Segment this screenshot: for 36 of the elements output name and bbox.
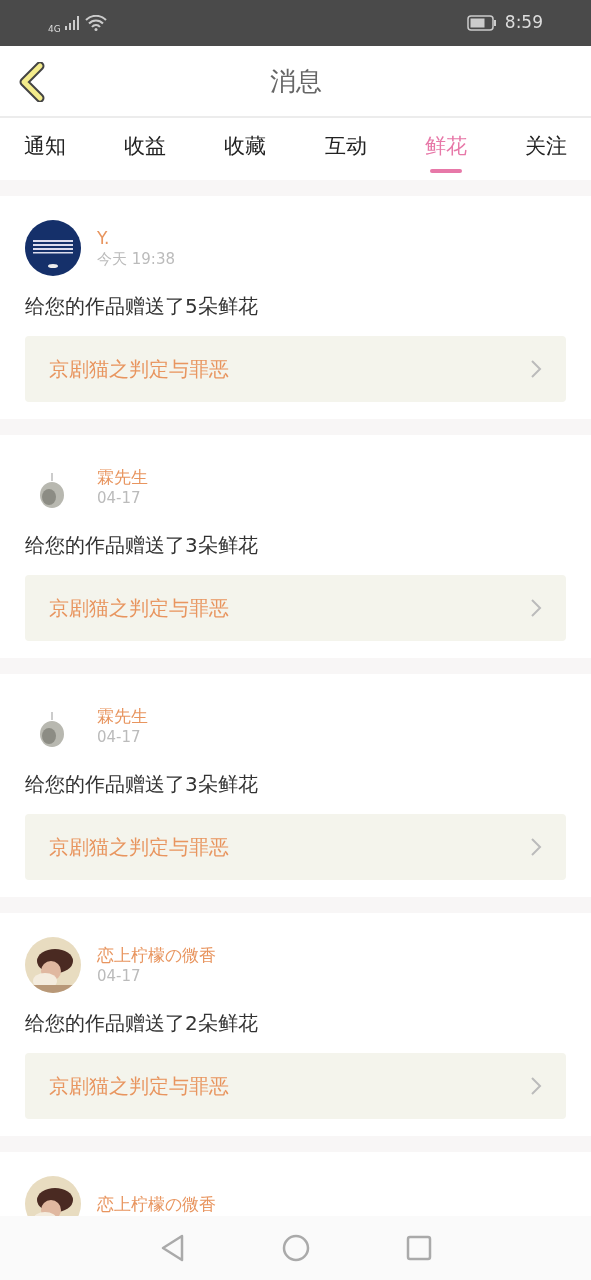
tab[interactable]: 通知 — [24, 118, 66, 180]
network-label: 4G — [48, 22, 61, 36]
home-nav-icon[interactable] — [281, 1234, 310, 1262]
message-time: 04-17 — [97, 727, 142, 747]
wifi-icon — [84, 15, 107, 31]
work-link[interactable]: 京剧猫之判定与罪恶 — [25, 336, 566, 402]
signal-icon — [64, 16, 81, 30]
recents-nav-icon[interactable] — [405, 1235, 432, 1261]
tab[interactable]: 关注 — [524, 118, 567, 180]
work-link[interactable]: 京剧猫之判定与罪恶 — [25, 814, 566, 880]
message-time: 04-17 — [97, 488, 142, 508]
back-nav-icon[interactable] — [159, 1234, 186, 1262]
message-text: 给您的作品赠送了3朵鲜花 — [25, 771, 259, 798]
message-text: 给您的作品赠送了3朵鲜花 — [25, 532, 259, 559]
user-name[interactable]: 恋上柠檬の微香 — [97, 1193, 216, 1215]
user-name[interactable]: 霖先生 — [97, 705, 148, 727]
user-name[interactable]: 恋上柠檬の微香 — [97, 944, 216, 966]
page-title: 消息 — [269, 64, 322, 98]
message-time: 04-17 — [97, 966, 142, 986]
chevron-icon — [530, 598, 542, 618]
work-link[interactable]: 京剧猫之判定与罪恶 — [25, 575, 566, 641]
tab[interactable]: 收藏 — [224, 118, 267, 180]
tab[interactable]: 互动 — [324, 118, 367, 180]
message-time: 今天 19:38 — [97, 249, 175, 269]
chevron-icon — [530, 1076, 542, 1096]
user-name[interactable]: Y. — [97, 227, 175, 249]
tab[interactable]: 收益 — [124, 118, 167, 180]
battery-icon — [466, 15, 497, 31]
message-text: 给您的作品赠送了5朵鲜花 — [25, 293, 259, 320]
work-link[interactable]: 京剧猫之判定与罪恶 — [25, 1053, 566, 1119]
user-name[interactable]: 霖先生 — [97, 466, 148, 488]
clock: 8:59 — [504, 11, 543, 35]
tab[interactable]: 鲜花 — [424, 118, 467, 180]
chevron-icon — [530, 837, 542, 857]
chevron-icon — [530, 359, 542, 379]
message-text: 给您的作品赠送了2朵鲜花 — [25, 1010, 259, 1037]
